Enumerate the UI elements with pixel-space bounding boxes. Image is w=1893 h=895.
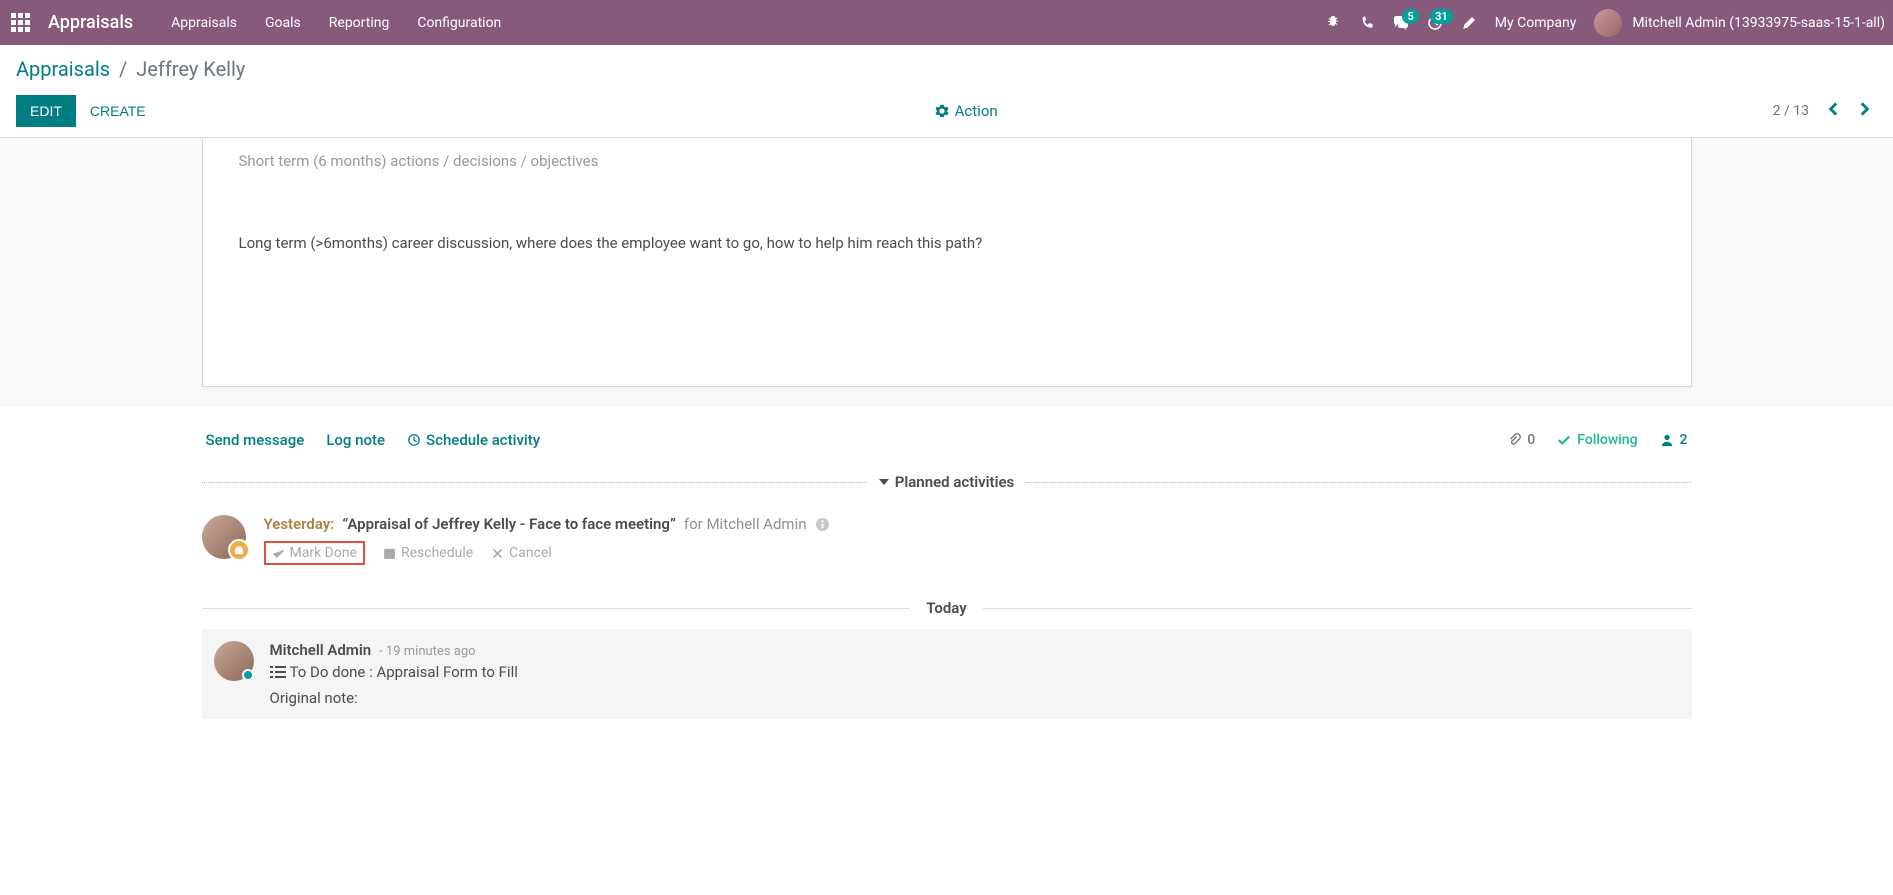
paperclip-icon <box>1507 433 1521 447</box>
followers-count[interactable]: 2 <box>1660 432 1688 448</box>
activity-assignee: for Mitchell Admin <box>684 515 807 533</box>
breadcrumb: Appraisals / Jeffrey Kelly <box>16 57 1877 81</box>
message-item: Mitchell Admin - 19 minutes ago To Do do… <box>202 629 1692 719</box>
attachments-count[interactable]: 0 <box>1507 432 1535 448</box>
activity-date: Yesterday: <box>264 515 335 533</box>
close-icon <box>491 547 504 560</box>
clock-icon <box>407 433 421 447</box>
activity-title: “Appraisal of Jeffrey Kelly - Face to fa… <box>342 515 676 533</box>
calendar-icon <box>383 547 396 560</box>
cancel-button[interactable]: Cancel <box>491 545 552 561</box>
user-avatar-icon <box>1594 9 1622 37</box>
check-icon <box>272 547 285 560</box>
control-panel: Appraisals / Jeffrey Kelly EDIT CREATE A… <box>0 45 1893 138</box>
navbar-right: 5 31 My Company Mitchell Admin (13933975… <box>1325 0 1885 45</box>
nav-menu-reporting[interactable]: Reporting <box>329 15 390 31</box>
edit-button[interactable]: EDIT <box>16 95 76 127</box>
pager-count[interactable]: 2 / 13 <box>1773 103 1809 119</box>
user-icon <box>1660 433 1674 447</box>
tools-icon[interactable] <box>1461 15 1477 31</box>
control-row: EDIT CREATE Action 2 / 13 <box>16 95 1877 127</box>
today-divider: Today <box>202 599 1692 617</box>
form-sheet: Short term (6 months) actions / decision… <box>202 138 1692 387</box>
top-navbar: Appraisals Appraisals Goals Reporting Co… <box>0 0 1893 45</box>
nav-menu-goals[interactable]: Goals <box>265 15 301 31</box>
send-message-button[interactable]: Send message <box>206 431 305 449</box>
pager-arrows <box>1821 96 1877 126</box>
mark-done-highlight: Mark Done <box>264 541 365 565</box>
phone-icon[interactable] <box>1359 15 1375 31</box>
user-name: Mitchell Admin (13933975-saas-15-1-all) <box>1632 15 1885 31</box>
message-avatar[interactable] <box>214 641 254 681</box>
navbar-left: Appraisals Appraisals Goals Reporting Co… <box>0 0 501 45</box>
message-author: Mitchell Admin <box>270 641 372 659</box>
activity-type-badge-icon <box>228 539 250 561</box>
today-label: Today <box>910 599 982 617</box>
action-dropdown[interactable]: Action <box>935 102 998 120</box>
create-button[interactable]: CREATE <box>76 95 160 127</box>
chatter-right: 0 Following 2 <box>1507 432 1687 448</box>
bug-icon[interactable] <box>1325 15 1341 31</box>
following-button[interactable]: Following <box>1557 432 1637 448</box>
chatter-topbar: Send message Log note Schedule activity … <box>202 431 1692 463</box>
breadcrumb-current: Jeffrey Kelly <box>136 57 245 81</box>
control-center: Action <box>160 102 1773 120</box>
form-line-short: Short term (6 months) actions / decision… <box>239 138 1655 184</box>
pager-next[interactable] <box>1851 96 1877 126</box>
nav-menu-appraisals[interactable]: Appraisals <box>171 15 237 31</box>
activity-body: Yesterday: “Appraisal of Jeffrey Kelly -… <box>264 515 1692 565</box>
activity-actions: Mark Done Reschedule Cancel <box>264 541 1692 565</box>
list-icon <box>270 665 286 679</box>
activity-header: Yesterday: “Appraisal of Jeffrey Kelly -… <box>264 515 1692 533</box>
planned-activities-divider: Planned activities <box>202 473 1692 491</box>
control-right: 2 / 13 <box>1773 96 1877 126</box>
sheet-wrapper: Short term (6 months) actions / decision… <box>0 138 1893 407</box>
chat-badge: 5 <box>1402 9 1418 24</box>
info-icon[interactable] <box>815 517 830 532</box>
schedule-activity-button[interactable]: Schedule activity <box>407 431 540 449</box>
apps-icon[interactable] <box>0 13 40 32</box>
clock-badge: 31 <box>1430 9 1453 24</box>
nav-menu: Appraisals Goals Reporting Configuration <box>171 15 501 31</box>
log-note-button[interactable]: Log note <box>326 431 385 449</box>
message-content: To Do done : Appraisal Form to Fill <box>270 663 1676 681</box>
app-name[interactable]: Appraisals <box>40 12 153 33</box>
gear-icon <box>935 104 949 118</box>
message-body: Mitchell Admin - 19 minutes ago To Do do… <box>270 641 1676 707</box>
message-original-note: Original note: <box>270 689 1676 707</box>
check-icon <box>1557 433 1571 447</box>
planned-activities-toggle[interactable]: Planned activities <box>867 473 1027 491</box>
chevron-right-icon <box>1855 100 1873 118</box>
presence-dot-icon <box>242 669 254 681</box>
message-header: Mitchell Admin - 19 minutes ago <box>270 641 1676 659</box>
pager-prev[interactable] <box>1821 96 1847 126</box>
chat-icon[interactable]: 5 <box>1393 15 1409 31</box>
reschedule-button[interactable]: Reschedule <box>383 545 473 561</box>
breadcrumb-root[interactable]: Appraisals <box>16 57 110 81</box>
user-menu[interactable]: Mitchell Admin (13933975-saas-15-1-all) <box>1594 9 1885 37</box>
mark-done-button[interactable]: Mark Done <box>272 545 357 561</box>
chevron-left-icon <box>1825 100 1843 118</box>
chatter: Send message Log note Schedule activity … <box>202 407 1692 719</box>
activity-item: Yesterday: “Appraisal of Jeffrey Kelly -… <box>202 511 1692 569</box>
message-time: - 19 minutes ago <box>379 644 475 659</box>
company-selector[interactable]: My Company <box>1495 15 1577 31</box>
form-line-long: Long term (>6months) career discussion, … <box>239 220 1655 266</box>
clock-icon[interactable]: 31 <box>1427 15 1443 31</box>
activity-avatar[interactable] <box>202 515 246 559</box>
nav-menu-configuration[interactable]: Configuration <box>417 15 501 31</box>
caret-down-icon <box>879 479 889 485</box>
